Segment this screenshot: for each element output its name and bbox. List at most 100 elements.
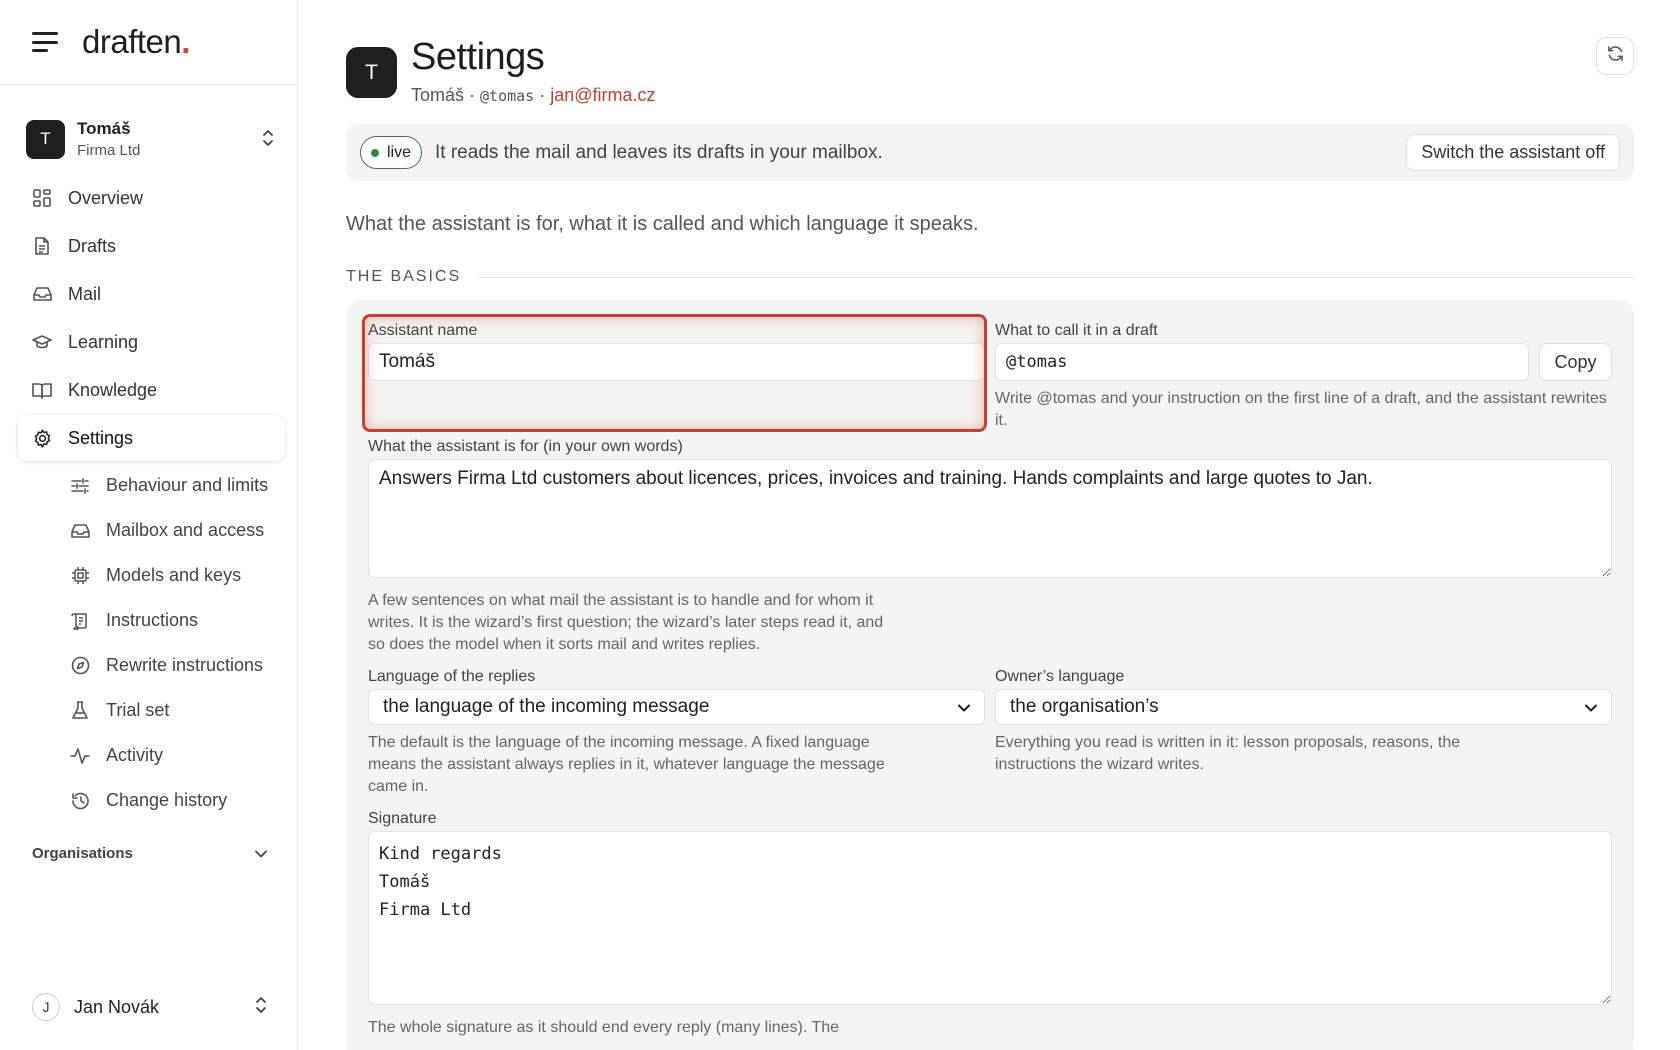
subtitle-separator: · — [534, 85, 551, 105]
assistant-name: Tomáš — [77, 119, 131, 138]
organisations-label: Organisations — [32, 845, 133, 862]
sliders-icon — [70, 476, 90, 496]
settings-subnav: Behaviour and limits Mailbox and access … — [0, 463, 297, 823]
logo[interactable]: draften. — [82, 23, 190, 61]
section-header-basics: THE BASICS — [346, 268, 1634, 286]
owner-language-value: the organisation’s — [1010, 696, 1159, 717]
signature-hint: The whole signature as it should end eve… — [368, 1019, 840, 1036]
draft-handle-input[interactable] — [995, 343, 1529, 381]
nav-item-overview[interactable]: Overview — [18, 175, 285, 221]
page-intro: What the assistant is for, what it is ca… — [346, 213, 979, 235]
reply-language-label: Language of the replies — [368, 668, 536, 685]
status-text: It reads the mail and leaves its drafts … — [435, 141, 883, 163]
reply-language-value: the language of the incoming message — [383, 696, 710, 717]
signature-group: Signature Kind regards Tomáš Firma Ltd T… — [368, 810, 1612, 1039]
draft-handle-label: What to call it in a draft — [995, 322, 1158, 339]
reply-language-group: Language of the replies the language of … — [368, 668, 985, 798]
assistant-name-input[interactable] — [368, 343, 985, 381]
nav-label: Knowledge — [68, 379, 158, 400]
basics-card: Assistant name What to call it in a draf… — [346, 300, 1634, 1050]
nav-item-mail[interactable]: Mail — [18, 271, 285, 317]
assistant-avatar: T — [26, 119, 65, 159]
subnav-label: Mailbox and access — [106, 520, 265, 540]
status-banner: live It reads the mail and leaves its dr… — [346, 124, 1634, 181]
subnav-item-instructions[interactable]: Instructions — [70, 598, 297, 643]
grid-icon — [32, 188, 52, 208]
nav-label: Settings — [68, 427, 134, 448]
assistant-org: Firma Ltd — [77, 142, 141, 159]
subtitle-separator: · — [464, 85, 481, 105]
signature-label: Signature — [368, 810, 437, 827]
subnav-label: Models and keys — [106, 565, 242, 585]
subnav-label: Trial set — [106, 700, 170, 720]
assistant-name-group: Assistant name — [362, 314, 987, 432]
subnav-label: Instructions — [106, 610, 199, 630]
chevron-down-icon — [255, 845, 267, 862]
live-dot-icon — [371, 148, 379, 157]
purpose-group: What the assistant is for (in your own w… — [368, 438, 1612, 656]
compass-icon — [70, 656, 90, 676]
signature-textarea[interactable]: Kind regards Tomáš Firma Ltd — [368, 831, 1612, 1005]
nav-item-knowledge[interactable]: Knowledge — [18, 367, 285, 413]
chevron-down-icon — [1585, 696, 1597, 718]
user-name: Jan Novák — [74, 996, 160, 1017]
nav-label: Drafts — [68, 235, 117, 256]
owner-language-group: Owner’s language the organisation’s Ever… — [995, 668, 1612, 798]
menu-icon[interactable] — [32, 32, 58, 52]
assistant-switcher[interactable]: T Tomáš Firma Ltd — [26, 115, 275, 163]
section-divider — [477, 276, 1634, 278]
owner-language-label: Owner’s language — [995, 668, 1125, 685]
chevron-down-icon — [958, 696, 970, 718]
nav-item-learning[interactable]: Learning — [18, 319, 285, 365]
nav-label: Learning — [68, 331, 139, 352]
chevron-up-down-icon — [261, 129, 275, 149]
user-menu[interactable]: J Jan Novák — [32, 993, 267, 1021]
nav-item-drafts[interactable]: Drafts — [18, 223, 285, 269]
sidebar: draften. T Tomáš Firma Ltd Overview Draf… — [0, 0, 298, 1050]
subnav-item-history[interactable]: Change history — [70, 778, 297, 823]
activity-icon — [70, 746, 90, 766]
draft-handle-hint: Write @tomas and your instruction on the… — [995, 390, 1607, 429]
refresh-icon — [1607, 45, 1624, 67]
inbox-icon — [32, 284, 52, 304]
reply-language-select[interactable]: the language of the incoming message — [368, 689, 985, 725]
reply-language-hint: The default is the language of the incom… — [368, 734, 885, 795]
page-header: T Settings Tomáš · @tomas · jan@firma.cz — [346, 0, 1634, 120]
section-title: THE BASICS — [346, 268, 462, 285]
organisations-toggle[interactable]: Organisations — [32, 845, 267, 862]
subtitle-handle: @tomas — [480, 87, 535, 105]
refresh-button[interactable] — [1596, 37, 1634, 75]
gear-icon — [32, 428, 52, 448]
subtitle-name: Tomáš — [411, 85, 465, 105]
purpose-label: What the assistant is for (in your own w… — [368, 438, 683, 455]
scroll-icon — [70, 611, 90, 631]
subtitle-email-link[interactable]: jan@firma.cz — [550, 85, 655, 105]
purpose-textarea[interactable]: Answers Firma Ltd customers about licenc… — [368, 459, 1612, 578]
owner-language-select[interactable]: the organisation’s — [995, 689, 1612, 725]
nav-label: Mail — [68, 283, 102, 304]
switch-off-button[interactable]: Switch the assistant off — [1406, 134, 1620, 171]
subnav-label: Activity — [106, 745, 164, 765]
page-subtitle: Tomáš · @tomas · jan@firma.cz — [411, 85, 656, 106]
subnav-label: Behaviour and limits — [106, 475, 269, 495]
subnav-label: Rewrite instructions — [106, 655, 264, 675]
subnav-item-mailbox[interactable]: Mailbox and access — [70, 508, 297, 553]
assistant-avatar: T — [346, 47, 397, 98]
book-icon — [32, 380, 52, 400]
assistant-name-label: Assistant name — [368, 322, 478, 339]
nav-item-settings[interactable]: Settings — [18, 415, 285, 461]
chip-icon — [70, 566, 90, 586]
graduation-cap-icon — [32, 332, 52, 352]
subnav-item-behaviour[interactable]: Behaviour and limits — [70, 463, 297, 508]
subnav-item-activity[interactable]: Activity — [70, 733, 297, 778]
subnav-item-trial[interactable]: Trial set — [70, 688, 297, 733]
subnav-item-rewrite[interactable]: Rewrite instructions — [70, 643, 297, 688]
status-badge-label: live — [387, 143, 412, 161]
main-content: T Settings Tomáš · @tomas · jan@firma.cz… — [346, 0, 1634, 1050]
page-title: Settings — [411, 36, 545, 78]
user-avatar: J — [32, 993, 60, 1021]
copy-button[interactable]: Copy — [1539, 343, 1612, 381]
document-icon — [32, 236, 52, 256]
status-badge: live — [360, 136, 423, 169]
subnav-item-models[interactable]: Models and keys — [70, 553, 297, 598]
